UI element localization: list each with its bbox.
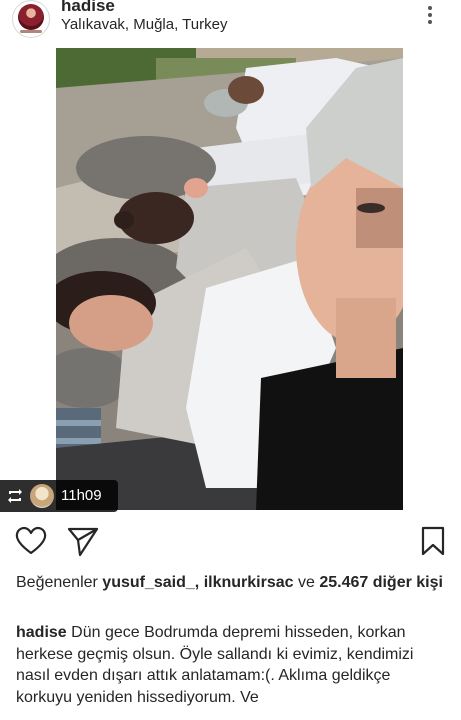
- repost-icon: [6, 487, 24, 505]
- avatar-caption-strip: [20, 30, 42, 33]
- photo-illustration: [56, 48, 403, 510]
- repost-time: 11h09: [61, 487, 102, 504]
- liker-user-1[interactable]: yusuf_said_: [102, 574, 194, 591]
- repost-badge[interactable]: 11h09: [0, 480, 118, 512]
- post-header: hadise Yalıkavak, Muğla, Turkey: [0, 0, 461, 46]
- post-location[interactable]: Yalıkavak, Muğla, Turkey: [61, 16, 227, 33]
- avatar-image: [18, 4, 44, 30]
- likes-summary: Beğenenler yusuf_said_, ilknurkirsac ve …: [16, 572, 448, 593]
- post-username[interactable]: hadise: [61, 0, 115, 16]
- caption-text: Dün gece Bodrumda depremi hisseden, kork…: [16, 624, 414, 706]
- avatar[interactable]: [12, 0, 50, 38]
- bookmark-icon[interactable]: [416, 524, 450, 558]
- likes-prefix: Beğenenler: [16, 574, 98, 591]
- post-caption: hadise Dün gece Bodrumda depremi hissede…: [16, 622, 448, 708]
- caption-username[interactable]: hadise: [16, 624, 67, 641]
- repost-avatar: [30, 484, 54, 508]
- post-photo[interactable]: [56, 48, 403, 510]
- action-bar: [0, 524, 461, 564]
- likes-count[interactable]: 25.467 diğer kişi: [319, 574, 443, 591]
- heart-icon[interactable]: [14, 524, 48, 558]
- more-vertical-icon[interactable]: [424, 4, 436, 26]
- likes-conjunction: ve: [297, 574, 315, 591]
- likes-separator: ,: [194, 574, 200, 591]
- send-icon[interactable]: [66, 524, 100, 558]
- liker-user-2[interactable]: ilknurkirsac: [204, 574, 294, 591]
